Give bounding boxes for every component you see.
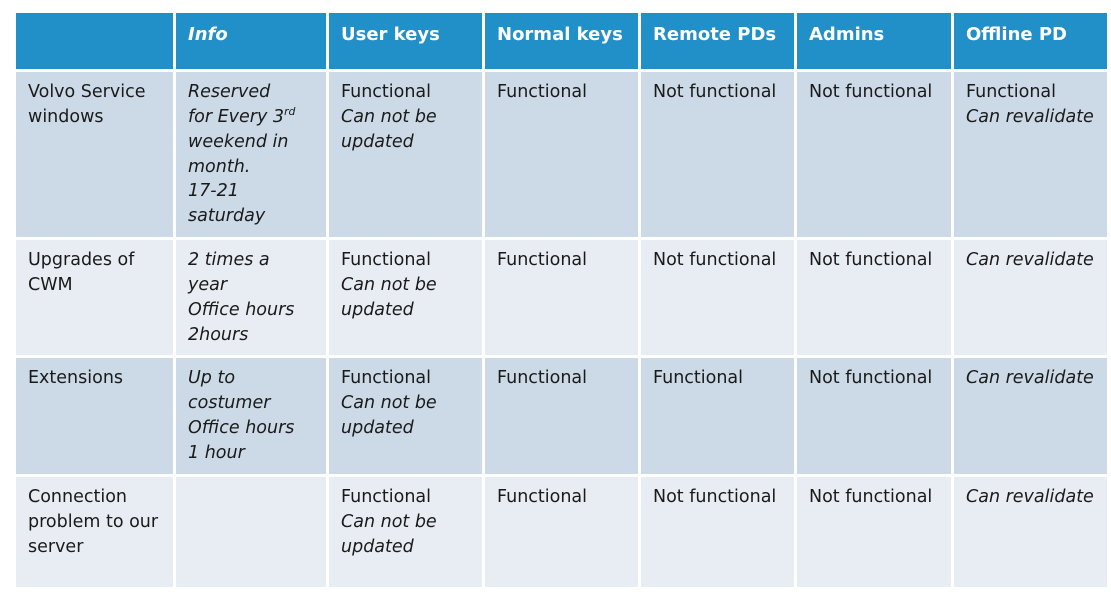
cell-topic: Volvo Service windows (16, 72, 173, 238)
slide-canvas: Info User keys Normal keys Remote PDs Ad… (0, 0, 1111, 594)
cell-normal-keys: Functional (485, 358, 638, 474)
info-line: costumer (188, 393, 271, 414)
status-note: Can revalidate (966, 106, 1094, 127)
info-line: 2hours (188, 324, 249, 345)
info-line: 17-21 (188, 181, 239, 202)
table-row: Connection problem to our server Functio… (16, 476, 1107, 587)
info-line: 1 hour (188, 442, 245, 463)
info-line: Reserved (188, 82, 271, 102)
cell-offline-pd: Can revalidate (954, 476, 1107, 587)
cell-offline-pd: Can revalidate (954, 358, 1107, 474)
cell-remote-pds: Functional (641, 358, 794, 474)
cell-normal-keys: Functional (485, 476, 638, 587)
cell-info: 2 times a year Office hours 2hours (176, 240, 326, 356)
cell-admins: Not functional (797, 240, 951, 356)
status-note: Can revalidate (966, 368, 1094, 389)
info-line: year (188, 274, 228, 295)
cell-topic: Upgrades of CWM (16, 240, 173, 356)
column-header-user-keys: User keys (329, 13, 482, 69)
column-header-info: Info (176, 13, 326, 69)
cell-info: Reserved for Every 3rd weekend in month.… (176, 72, 326, 238)
table-row: Extensions Up to costumer Office hours 1… (16, 358, 1107, 474)
status-note: Can not be updated (341, 274, 437, 320)
status-primary: Functional (341, 82, 432, 102)
status-note: Can revalidate (966, 250, 1094, 271)
status-primary: Functional (341, 486, 432, 507)
cell-remote-pds: Not functional (641, 240, 794, 356)
status-note: Can not be updated (341, 511, 437, 557)
info-line-text: for Every 3 (188, 106, 285, 127)
cell-normal-keys: Functional (485, 72, 638, 238)
table-row: Upgrades of CWM 2 times a year Office ho… (16, 240, 1107, 356)
cell-user-keys: Functional Can not be updated (329, 72, 482, 238)
cell-user-keys: Functional Can not be updated (329, 358, 482, 474)
info-line: weekend in (188, 131, 289, 152)
status-primary: Functional (341, 250, 432, 271)
column-header-remote-pds: Remote PDs (641, 13, 794, 69)
ordinal-suffix: rd (284, 105, 296, 119)
cell-topic: Extensions (16, 358, 173, 474)
cell-user-keys: Functional Can not be updated (329, 240, 482, 356)
status-primary: Functional (966, 82, 1057, 102)
cell-topic: Connection problem to our server (16, 476, 173, 587)
status-note: Can not be updated (341, 393, 437, 439)
info-line: Office hours (188, 299, 295, 320)
cell-admins: Not functional (797, 72, 951, 238)
info-line: for Every 3rd (188, 105, 316, 130)
column-header-admins: Admins (797, 13, 951, 69)
cell-offline-pd: Can revalidate (954, 240, 1107, 356)
cell-offline-pd: Functional Can revalidate (954, 72, 1107, 238)
cell-admins: Not functional (797, 358, 951, 474)
status-note: Can not be updated (341, 106, 437, 152)
info-line: saturday (188, 206, 266, 227)
cell-remote-pds: Not functional (641, 72, 794, 238)
table-body: Volvo Service windows Reserved for Every… (16, 72, 1107, 587)
table-row: Volvo Service windows Reserved for Every… (16, 72, 1107, 238)
cell-admins: Not functional (797, 476, 951, 587)
table-header: Info User keys Normal keys Remote PDs Ad… (16, 13, 1107, 69)
column-header-normal-keys: Normal keys (485, 13, 638, 69)
column-header-topic (16, 13, 173, 69)
column-header-offline-pd: Offline PD (954, 13, 1107, 69)
status-note: Can revalidate (966, 486, 1094, 507)
info-line: Office hours (188, 418, 295, 439)
status-primary: Functional (341, 368, 432, 389)
cell-remote-pds: Not functional (641, 476, 794, 587)
info-line: Up to (188, 368, 236, 389)
feature-availability-table: Info User keys Normal keys Remote PDs Ad… (13, 10, 1110, 590)
info-line: month. (188, 156, 251, 177)
cell-user-keys: Functional Can not be updated (329, 476, 482, 587)
cell-info (176, 476, 326, 587)
cell-info: Up to costumer Office hours 1 hour (176, 358, 326, 474)
info-line: 2 times a (188, 250, 270, 271)
table-header-row: Info User keys Normal keys Remote PDs Ad… (16, 13, 1107, 69)
cell-normal-keys: Functional (485, 240, 638, 356)
